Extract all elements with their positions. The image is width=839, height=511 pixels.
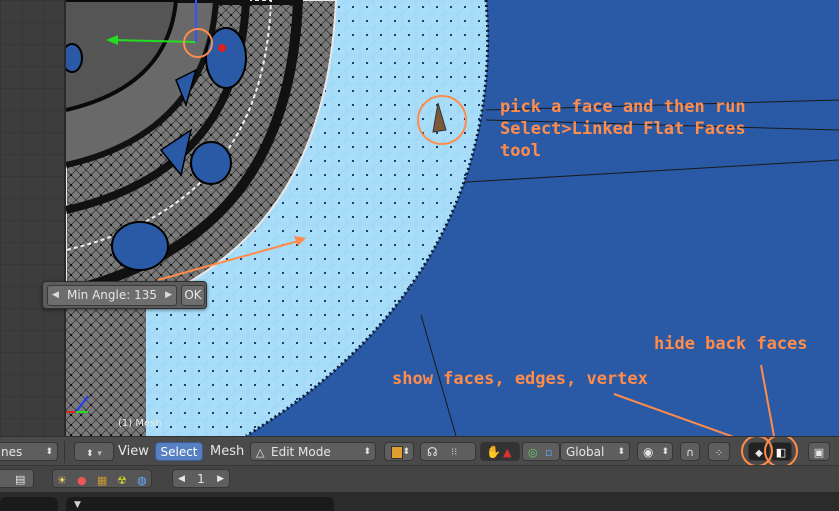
left-editor-region (0, 0, 66, 436)
render-icon: ▣ (813, 446, 825, 459)
world-icon: ◍ (137, 474, 147, 487)
chevron-down-icon: ▼ (74, 500, 81, 510)
bottom-tab-left[interactable] (0, 497, 58, 511)
sun-icon: ☀ (57, 474, 67, 487)
secondary-header: ▤ ☀ ● ▦ ☢ ◍ ◀ 1 ▶ (0, 465, 839, 493)
viewport-header: nes ⬍ ⬍ ▾ View Select Mesh △ Edit Mode ⬍… (0, 436, 839, 466)
radiation-icon: ☢ (117, 474, 127, 487)
sphere-icon: ● (77, 474, 87, 487)
increment-arrow-icon: ▶ (217, 474, 224, 484)
ok-button[interactable]: OK (181, 285, 205, 306)
object-label: (1) Mesh (118, 418, 162, 429)
bottom-tab-pipeline[interactable]: ▼ (66, 497, 334, 511)
layer-number-field[interactable]: ◀ 1 ▶ (172, 469, 230, 488)
annotation-pick-face: pick a face and then run Select>Linked F… (500, 97, 746, 161)
annotation-show-faces: show faces, edges, vertex (392, 369, 648, 389)
texture-icon: ▦ (97, 474, 108, 487)
min-angle-field[interactable]: ◀ Min Angle: 135 ▶ (47, 285, 177, 306)
decrement-arrow-icon[interactable]: ◀ (52, 286, 59, 305)
render-preview-button[interactable]: ▣ (808, 442, 830, 461)
small-dropdown[interactable]: ▤ (0, 469, 34, 488)
annotation-circles (741, 437, 798, 466)
decrement-arrow-icon: ◀ (178, 474, 185, 484)
operator-redo-panel: ◀ Min Angle: 135 ▶ OK (42, 281, 207, 309)
bottom-region: ▼ (0, 492, 839, 511)
increment-arrow-icon[interactable]: ▶ (165, 286, 172, 305)
render-layer-icons[interactable]: ☀ ● ▦ ☢ ◍ (52, 469, 152, 488)
image-icon: ▤ (15, 473, 26, 486)
annotation-hide-back-faces: hide back faces (654, 334, 808, 354)
